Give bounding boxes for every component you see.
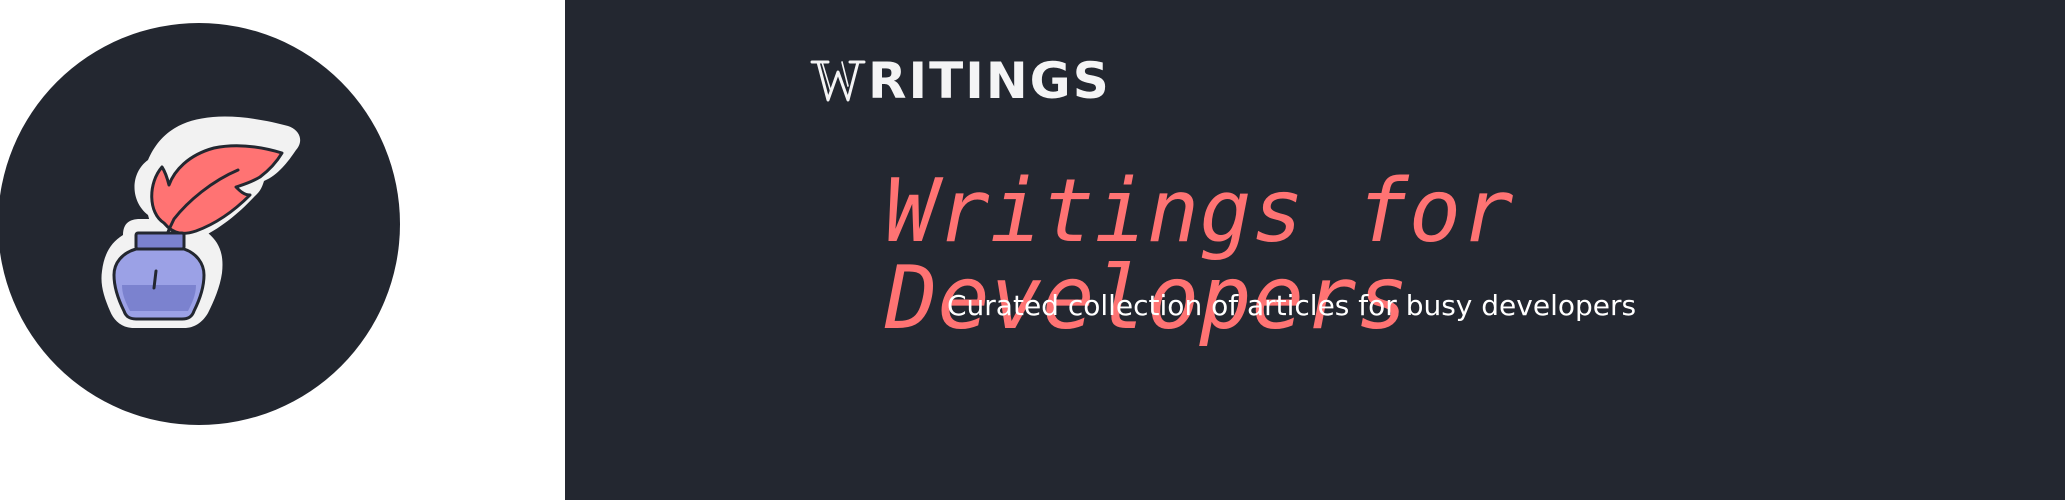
quill-and-inkwell-icon: [101, 116, 301, 328]
hero-banner: RITINGS Writings for Developers Curated …: [565, 0, 2065, 500]
brand-name: RITINGS: [868, 52, 1111, 110]
brand-logo: RITINGS: [810, 56, 1111, 106]
serif-w-icon: [810, 60, 866, 102]
logo-badge: [0, 23, 400, 425]
logo-panel: [0, 0, 565, 500]
tagline: Curated collection of articles for busy …: [947, 289, 1637, 322]
